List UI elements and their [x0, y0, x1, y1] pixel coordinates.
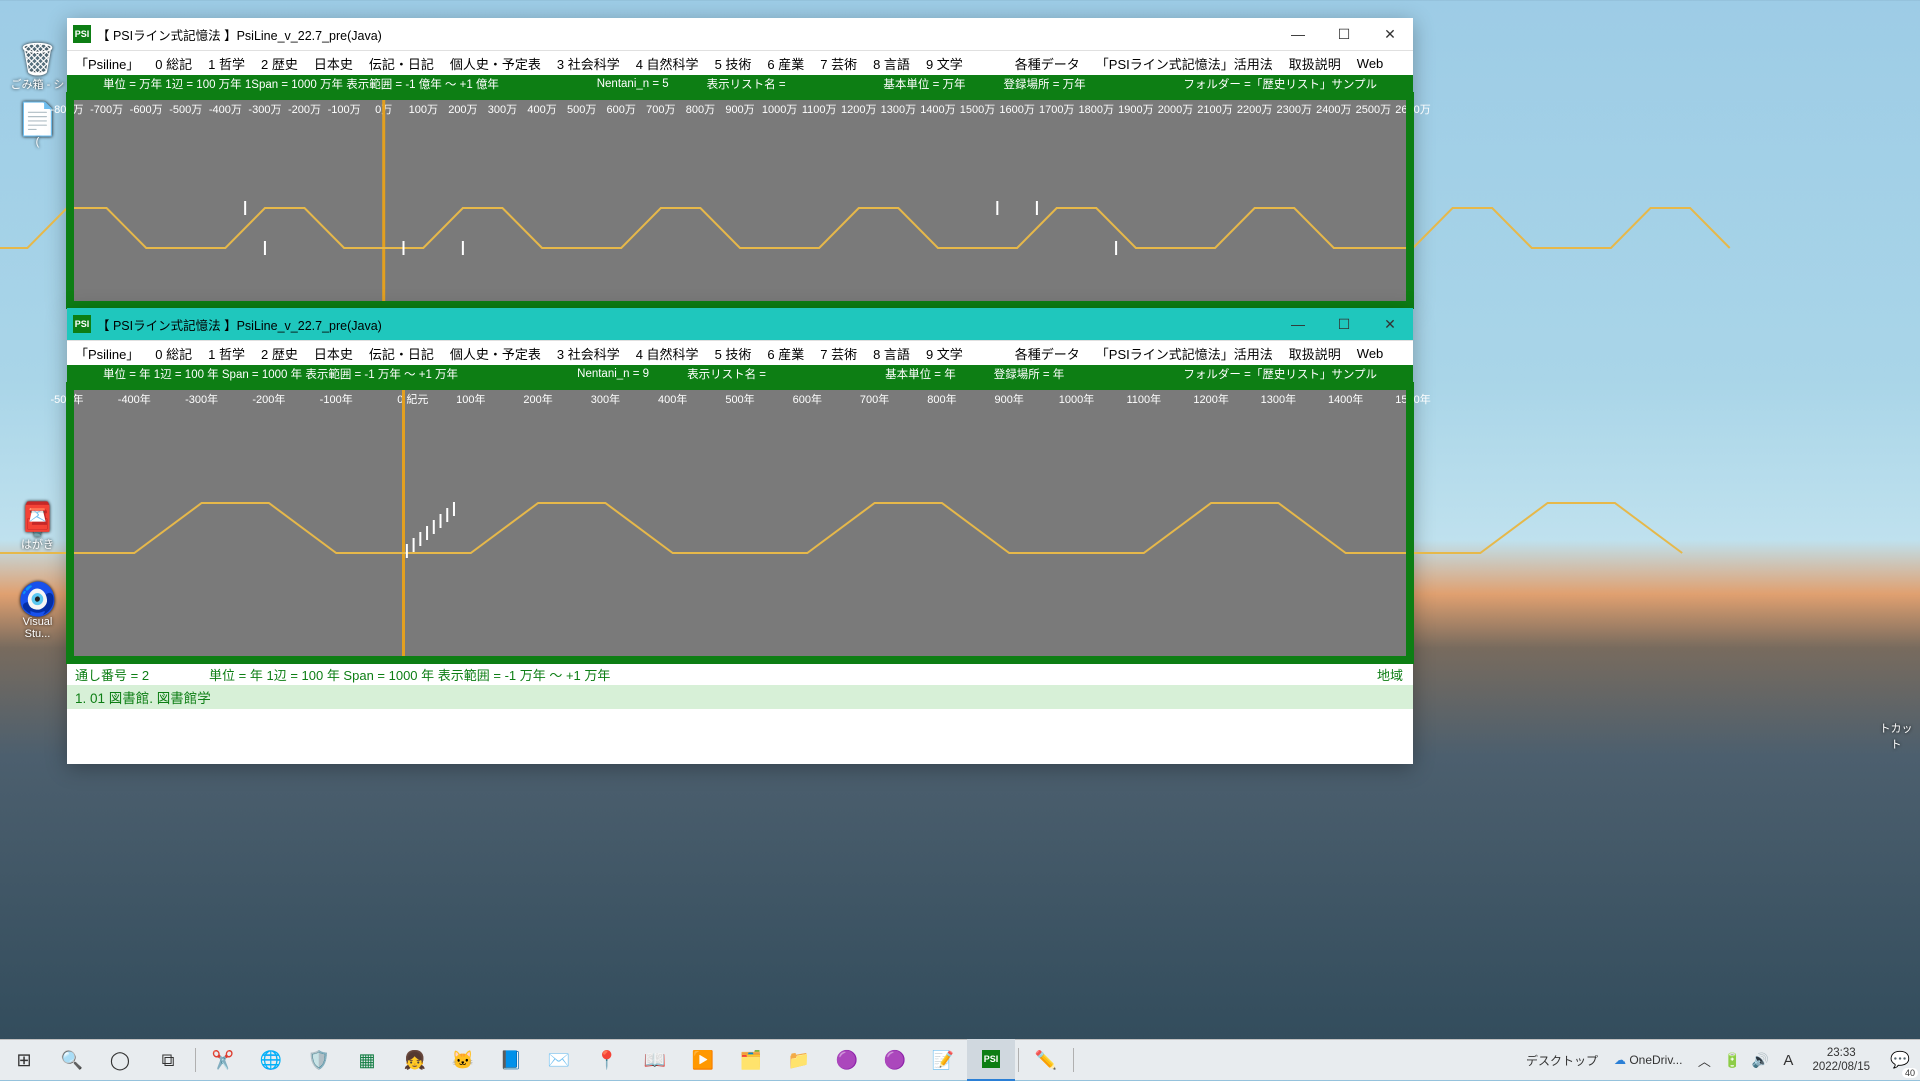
- app-icon: PSI: [73, 25, 91, 43]
- menu-item[interactable]: 4 自然科学: [628, 54, 707, 73]
- menu-item[interactable]: 1 哲学: [200, 54, 253, 73]
- app-icon: PSI: [73, 315, 91, 333]
- tray-volume-icon[interactable]: 🔊: [1746, 1040, 1774, 1080]
- task-app1[interactable]: 👧: [391, 1040, 439, 1080]
- menu-item[interactable]: 9 文学: [918, 54, 971, 73]
- menu-item[interactable]: 個人史・予定表: [442, 344, 549, 363]
- cortana-button[interactable]: ◯: [96, 1040, 144, 1080]
- maximize-button[interactable]: ☐: [1321, 18, 1367, 50]
- infobar: 単位 = 年 1辺 = 100 年 Span = 1000 年 表示範囲 = -…: [67, 365, 1413, 383]
- close-button[interactable]: ✕: [1367, 308, 1413, 340]
- toolbar-desktop[interactable]: デスクトップ: [1518, 1052, 1606, 1069]
- menu-item[interactable]: 5 技術: [707, 344, 760, 363]
- menu-item[interactable]: 「Psiline」: [67, 54, 147, 73]
- region-label: 地域: [1377, 665, 1403, 684]
- taskbar[interactable]: ⊞ 🔍 ◯ ⧉ ✂️ 🌐 🛡️ ▦ 👧 🐱 📘 ✉️ 📍 📖 ▶️ 🗂️ 📁 🟣…: [0, 1039, 1920, 1080]
- task-eclipse2[interactable]: 🟣: [871, 1040, 919, 1080]
- footer-panel: 通し番号 = 2 単位 = 年 1辺 = 100 年 Span = 1000 年…: [67, 663, 1413, 764]
- task-app3[interactable]: 📘: [487, 1040, 535, 1080]
- desktop-icon[interactable]: 🧿Visual Stu...: [10, 580, 65, 640]
- task-notepad[interactable]: 📝: [919, 1040, 967, 1080]
- menu-item[interactable]: 2 歴史: [253, 344, 306, 363]
- menu-item[interactable]: 5 技術: [707, 54, 760, 73]
- task-app2[interactable]: 🐱: [439, 1040, 487, 1080]
- menu-item[interactable]: 1 哲学: [200, 344, 253, 363]
- start-button[interactable]: ⊞: [0, 1040, 48, 1080]
- menu-item[interactable]: 8 言語: [865, 54, 918, 73]
- menu-item[interactable]: 「PSIライン式記憶法」活用法: [1088, 344, 1281, 363]
- ime-indicator[interactable]: A: [1774, 1040, 1802, 1080]
- menu-item[interactable]: 取扱説明: [1281, 54, 1349, 73]
- minimize-button[interactable]: ―: [1275, 308, 1321, 340]
- menu-item[interactable]: 日本史: [306, 54, 361, 73]
- task-media[interactable]: ▶️: [679, 1040, 727, 1080]
- menu-item[interactable]: 6 産業: [759, 344, 812, 363]
- selected-item[interactable]: 1. 01 図書館. 図書館学: [75, 687, 211, 707]
- menu-item[interactable]: 各種データ: [1007, 344, 1088, 363]
- menu-item[interactable]: 取扱説明: [1281, 344, 1349, 363]
- task-maps[interactable]: 📍: [583, 1040, 631, 1080]
- menu-item[interactable]: 0 総記: [147, 54, 200, 73]
- task-app4[interactable]: 🗂️: [727, 1040, 775, 1080]
- menu-item[interactable]: 6 産業: [759, 54, 812, 73]
- notifications-button[interactable]: 💬40: [1880, 1040, 1920, 1080]
- window-title: 【 PSIライン式記憶法 】PsiLine_v_22.7_pre(Java): [97, 25, 382, 44]
- clock[interactable]: 23:332022/08/15: [1802, 1046, 1880, 1074]
- menu-item[interactable]: 3 社会科学: [549, 344, 628, 363]
- menu-item[interactable]: 伝記・日記: [361, 344, 442, 363]
- desktop-icon[interactable]: 📮はがき: [10, 500, 65, 552]
- menu-item[interactable]: 7 芸術: [812, 54, 865, 73]
- menubar[interactable]: 「Psiline」0 総記1 哲学2 歴史日本史伝記・日記個人史・予定表3 社会…: [67, 340, 1413, 365]
- serial-number: 通し番号 = 2: [75, 665, 149, 684]
- menu-item[interactable]: 「Psiline」: [67, 344, 147, 363]
- menu-item[interactable]: 各種データ: [1007, 54, 1088, 73]
- task-excel[interactable]: ▦: [343, 1040, 391, 1080]
- menu-item[interactable]: 7 芸術: [812, 344, 865, 363]
- task-dict[interactable]: 📖: [631, 1040, 679, 1080]
- menu-item[interactable]: 3 社会科学: [549, 54, 628, 73]
- task-mcafee[interactable]: 🛡️: [295, 1040, 343, 1080]
- task-ie[interactable]: 🌐: [247, 1040, 295, 1080]
- window-psiline-1: PSI 【 PSIライン式記憶法 】PsiLine_v_22.7_pre(Jav…: [67, 18, 1413, 308]
- menu-item[interactable]: 4 自然科学: [628, 344, 707, 363]
- maximize-button[interactable]: ☐: [1321, 308, 1367, 340]
- menu-item[interactable]: 日本史: [306, 344, 361, 363]
- minimize-button[interactable]: ―: [1275, 18, 1321, 50]
- onedrive-status[interactable]: ☁ OneDriv...: [1606, 1053, 1690, 1067]
- desktop-icon[interactable]: 🗑ごみ箱 - シ: [10, 40, 65, 92]
- window-title: 【 PSIライン式記憶法 】PsiLine_v_22.7_pre(Java): [97, 315, 382, 334]
- menu-item[interactable]: 個人史・予定表: [442, 54, 549, 73]
- menu-item[interactable]: Web: [1349, 56, 1392, 71]
- tray-battery-icon[interactable]: 🔋: [1718, 1040, 1746, 1080]
- tray-chevron-icon[interactable]: ︿: [1690, 1040, 1718, 1080]
- menu-item[interactable]: 8 言語: [865, 344, 918, 363]
- task-eclipse1[interactable]: 🟣: [823, 1040, 871, 1080]
- ink-button[interactable]: ✏️: [1022, 1040, 1070, 1080]
- menubar[interactable]: 「Psiline」0 総記1 哲学2 歴史日本史伝記・日記個人史・予定表3 社会…: [67, 50, 1413, 75]
- menu-item[interactable]: 2 歴史: [253, 54, 306, 73]
- infobar: 単位 = 万年 1辺 = 100 万年 1Span = 1000 万年 表示範囲…: [67, 75, 1413, 93]
- search-button[interactable]: 🔍: [48, 1040, 96, 1080]
- menu-item[interactable]: Web: [1349, 346, 1392, 361]
- menu-item[interactable]: 伝記・日記: [361, 54, 442, 73]
- close-button[interactable]: ✕: [1367, 18, 1413, 50]
- titlebar-2[interactable]: PSI 【 PSIライン式記憶法 】PsiLine_v_22.7_pre(Jav…: [67, 308, 1413, 340]
- aside-label: トカット: [1876, 720, 1916, 752]
- range-text: 単位 = 年 1辺 = 100 年 Span = 1000 年 表示範囲 = -…: [209, 665, 610, 684]
- taskview-button[interactable]: ⧉: [144, 1040, 192, 1080]
- timeline-canvas-1[interactable]: -800万-700万-600万-500万-400万-300万-200万-100万…: [67, 93, 1413, 308]
- task-explorer[interactable]: 📁: [775, 1040, 823, 1080]
- task-outlook[interactable]: ✉️: [535, 1040, 583, 1080]
- window-psiline-2: PSI 【 PSIライン式記憶法 】PsiLine_v_22.7_pre(Jav…: [67, 308, 1413, 764]
- menu-item[interactable]: 「PSIライン式記憶法」活用法: [1088, 54, 1281, 73]
- task-psiline[interactable]: PSI: [967, 1039, 1015, 1081]
- menu-item[interactable]: 0 総記: [147, 344, 200, 363]
- timeline-canvas-2[interactable]: -500年-400年-300年-200年-100年0 紀元100年200年300…: [67, 383, 1413, 663]
- task-snip[interactable]: ✂️: [199, 1040, 247, 1080]
- menu-item[interactable]: 9 文学: [918, 344, 971, 363]
- titlebar-1[interactable]: PSI 【 PSIライン式記憶法 】PsiLine_v_22.7_pre(Jav…: [67, 18, 1413, 50]
